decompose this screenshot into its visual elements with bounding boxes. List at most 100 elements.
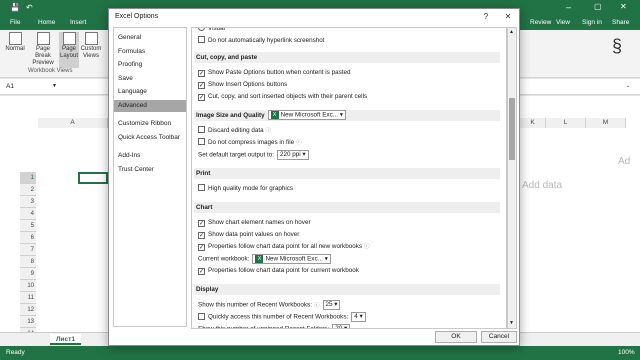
sidebar-item-customize-ribbon[interactable]: Customize Ribbon <box>114 118 186 130</box>
row-header[interactable]: 8 <box>20 256 36 268</box>
sidebar-item-add-ins[interactable]: Add-Ins <box>114 150 186 162</box>
expand-formula-icon[interactable]: ⌄ <box>626 83 630 89</box>
row-header[interactable]: 1 <box>20 172 36 184</box>
option-label: Quickly access this number of Recent Wor… <box>208 313 349 321</box>
close-window-icon[interactable]: ✕ <box>620 2 627 11</box>
close-icon[interactable]: ✕ <box>501 11 515 23</box>
row-header[interactable]: 7 <box>20 244 36 256</box>
scroll-up-icon[interactable]: ▲ <box>509 29 514 35</box>
chevron-down-icon: ▾ <box>300 151 306 158</box>
option-label: High quality mode for graphics <box>208 185 294 192</box>
option-dropdown[interactable]: 25 ▾ <box>322 300 341 310</box>
option-label: Properties follow chart data point for c… <box>208 267 359 274</box>
checkbox[interactable]: ✓ <box>198 244 205 251</box>
menu-file[interactable]: File <box>10 19 20 26</box>
sidebar-item-quick-access-toolbar[interactable]: Quick Access Toolbar <box>114 132 186 144</box>
undo-icon[interactable]: ↶ <box>26 3 33 12</box>
ok-button[interactable]: OK <box>435 331 477 343</box>
option-row: Discard editing data ⓘ <box>198 126 271 136</box>
option-dropdown[interactable]: 4 ▾ <box>351 312 366 322</box>
save-icon[interactable]: 💾 <box>10 3 20 12</box>
checkbox[interactable]: ✓ <box>198 232 205 239</box>
sidebar-item-general[interactable]: General <box>114 32 186 44</box>
share-button[interactable]: Share <box>612 19 629 26</box>
sidebar-item-formulas[interactable]: Formulas <box>114 46 186 58</box>
row-header[interactable]: 6 <box>20 232 36 244</box>
option-dropdown[interactable]: 20 ▾ <box>332 324 351 329</box>
excel-file-icon: X <box>270 111 279 120</box>
row-header[interactable]: 12 <box>20 304 36 316</box>
sidebar-item-advanced[interactable]: Advanced <box>114 99 186 112</box>
sidebar-item-language[interactable]: Language <box>114 86 186 98</box>
checkbox[interactable]: ✓ <box>198 70 205 77</box>
section-header: Image Size and Quality X New Microsoft Exc… <box>194 110 500 121</box>
checkbox[interactable]: ✓ <box>198 94 205 101</box>
checkbox[interactable] <box>198 184 205 191</box>
row-header[interactable]: 4 <box>20 208 36 220</box>
scrollbar-thumb[interactable] <box>509 98 515 160</box>
sidebar-item-proofing[interactable]: Proofing <box>114 59 186 71</box>
column-header-k[interactable]: K <box>520 118 546 128</box>
sidebar-item-trust-center[interactable]: Trust Center <box>114 164 186 176</box>
menu-view[interactable]: View <box>556 19 570 26</box>
menu-review[interactable]: Review <box>530 19 551 26</box>
content-scrollbar[interactable]: ▲ ▼ <box>507 27 517 329</box>
checkbox[interactable] <box>198 36 205 43</box>
checkbox[interactable] <box>198 126 205 133</box>
page-break-preview-button[interactable]: Page Break Preview <box>28 32 58 68</box>
dialog-title: Excel Options <box>115 13 159 20</box>
option-dropdown[interactable]: 220 ppi ▾ <box>276 150 309 160</box>
custom-views-button[interactable]: Custom Views <box>80 32 102 68</box>
column-header-m[interactable]: M <box>586 118 626 128</box>
minimize-window-icon[interactable]: – <box>566 2 571 12</box>
menu-insert[interactable]: Insert <box>70 19 86 26</box>
option-label: Show Paste Options button when content i… <box>208 69 351 76</box>
row-header[interactable]: 13 <box>20 316 36 328</box>
section-dropdown[interactable]: X New Microsoft Exc... ▾ <box>267 110 346 121</box>
scroll-down-icon[interactable]: ▼ <box>509 320 514 326</box>
help-icon[interactable]: ? <box>479 11 493 23</box>
zoom-level[interactable]: 100% <box>618 349 635 356</box>
option-dropdown[interactable]: X New Microsoft Exc... ▾ <box>252 254 331 264</box>
maximize-window-icon[interactable]: ▢ <box>594 2 602 11</box>
normal-view-button[interactable]: Normal <box>3 32 27 68</box>
cancel-button[interactable]: Cancel <box>481 331 517 343</box>
column-header-a[interactable]: A <box>38 118 108 128</box>
option-label: Show this number of Recent Workbooks: <box>198 301 312 309</box>
section-header: Cut, copy, and paste <box>194 52 500 63</box>
checkbox[interactable]: ✓ <box>198 82 205 89</box>
sheet-tab[interactable]: Лист1 <box>50 334 81 345</box>
radio-button[interactable] <box>198 28 205 31</box>
menu-home[interactable]: Home <box>38 19 55 26</box>
chevron-down-icon: ▾ <box>342 325 348 329</box>
options-content: Visual Do not automatically hyperlink scr… <box>191 27 507 329</box>
checkbox[interactable]: ✓ <box>198 268 205 275</box>
row-header[interactable]: 5 <box>20 220 36 232</box>
chevron-down-icon: ▾ <box>337 112 343 119</box>
column-header-l[interactable]: L <box>546 118 586 128</box>
row-header[interactable]: 2 <box>20 184 36 196</box>
sidebar-item-save[interactable]: Save <box>114 73 186 85</box>
option-row: High quality mode for graphics <box>198 184 293 194</box>
option-label: Do not compress images in file <box>208 139 295 146</box>
name-box-dropdown-icon[interactable]: ▼ <box>52 83 57 89</box>
row-header[interactable]: 11 <box>20 292 36 304</box>
checkbox[interactable]: ✓ <box>198 220 205 227</box>
section-header: Chart <box>194 202 500 213</box>
row-header[interactable]: 9 <box>20 268 36 280</box>
page-layout-button[interactable]: Page Layout <box>59 32 79 68</box>
checkbox[interactable] <box>198 312 205 320</box>
option-row: ✓ Show Paste Options button when content … <box>198 68 350 78</box>
checkbox[interactable] <box>198 138 205 145</box>
active-cell[interactable] <box>78 172 108 184</box>
row-header[interactable]: 3 <box>20 196 36 208</box>
section-header: Display <box>194 284 500 295</box>
info-icon: ⓘ <box>364 244 370 250</box>
name-box[interactable]: A1 <box>6 83 14 90</box>
ribbon-group-label: Workbook Views <box>28 68 73 74</box>
option-row: Show this number of Recent Workbooks: ⓘ 25… <box>198 300 341 310</box>
row-header[interactable]: 10 <box>20 280 36 292</box>
option-label: Do not automatically hyperlink screensho… <box>208 37 325 44</box>
section-title: Cut, copy, and paste <box>196 54 258 61</box>
sign-in-link[interactable]: Sign in <box>582 19 602 26</box>
